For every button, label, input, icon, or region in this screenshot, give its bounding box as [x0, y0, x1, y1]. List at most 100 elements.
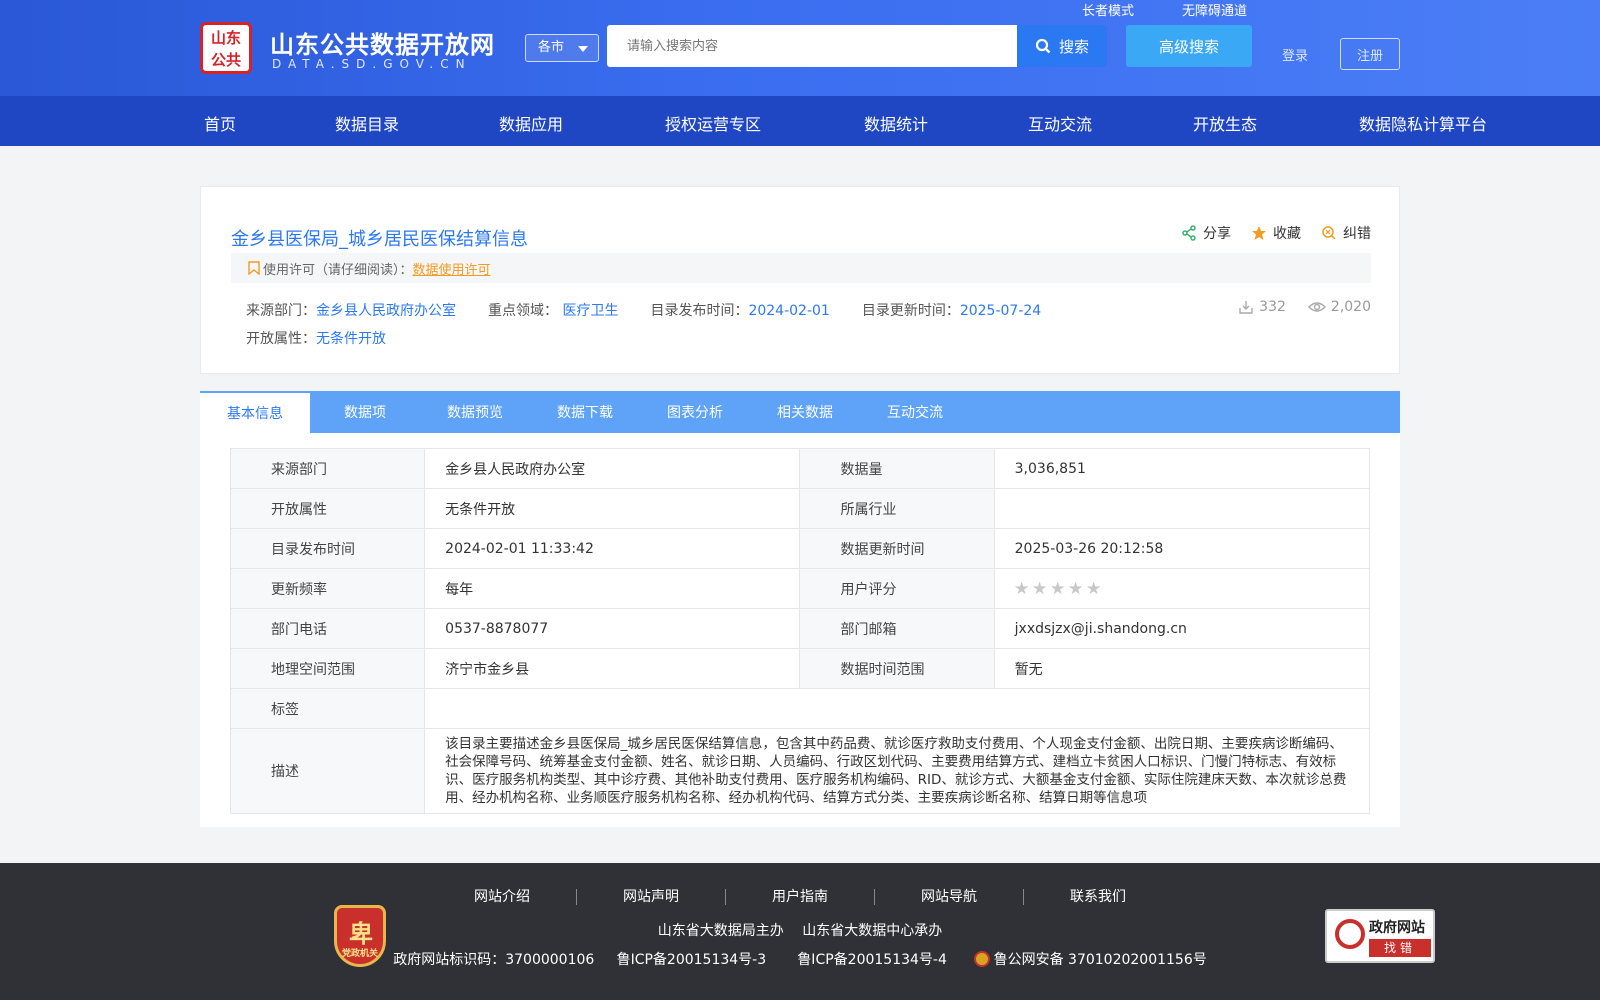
icp-record-1[interactable]: 鲁ICP备20015134号-3	[617, 952, 767, 968]
nav-item-catalog[interactable]: 数据目录	[335, 111, 399, 135]
nav-item-apps[interactable]: 数据应用	[499, 111, 563, 135]
row-key: 描述	[229, 728, 426, 814]
accessibility-link[interactable]: 无障碍通道	[1182, 0, 1247, 19]
basic-info-table: 来源部门 金乡县人民政府办公室 数据量 3,036,851 开放属性 无条件开放…	[229, 448, 1371, 814]
row-key: 标签	[229, 688, 426, 729]
footer-links: 网站介绍 网站声明 用户指南 网站导航 联系我们	[0, 889, 1600, 905]
gov-find-title: 政府网站	[1369, 920, 1425, 936]
update-meta-label: 目录更新时间：	[861, 303, 960, 319]
star-icon	[1252, 226, 1266, 240]
row-key: 用户评分	[799, 568, 995, 609]
publish-meta: 目录发布时间：2024-02-01	[650, 300, 829, 320]
nav-item-home[interactable]: 首页	[204, 111, 236, 135]
tab-basic-info[interactable]: 基本信息	[200, 391, 310, 433]
open-meta-label: 开放属性：	[246, 331, 316, 347]
rating-stars[interactable]	[1014, 581, 1369, 596]
row-value: 暂无	[993, 648, 1371, 689]
meta-row-1: 来源部门：金乡县人民政府办公室 重点领域： 医疗卫生 目录发布时间：2024-0…	[246, 300, 1041, 320]
nav-item-authorized-ops[interactable]: 授权运营专区	[665, 111, 761, 135]
row-key: 部门电话	[229, 608, 426, 649]
footer-link-guide[interactable]: 用户指南	[726, 889, 875, 905]
tab-data-download[interactable]: 数据下载	[530, 391, 640, 433]
site-logo-seal[interactable]: 山东 公共	[200, 22, 252, 74]
row-key: 更新频率	[229, 568, 426, 609]
license-prefix: 使用许可（请仔细阅读）：	[263, 262, 413, 278]
row-value: 每年	[424, 568, 801, 609]
footer-link-statement[interactable]: 网站声明	[577, 889, 726, 905]
tab-data-items[interactable]: 数据项	[310, 391, 420, 433]
gov-site-find-error-badge[interactable]: 政府网站 找错	[1325, 909, 1435, 963]
tab-interaction[interactable]: 互动交流	[860, 391, 970, 433]
row-value: jxxdsjzx@ji.shandong.cn	[993, 608, 1371, 649]
row-key: 部门邮箱	[799, 608, 995, 649]
city-select-value: 各市	[538, 40, 565, 55]
open-meta-value: 无条件开放	[316, 331, 386, 347]
share-button[interactable]: 分享	[1181, 223, 1231, 243]
row-value: 2025-03-26 20:12:58	[993, 528, 1371, 569]
download-count-value: 332	[1259, 299, 1286, 315]
row-key: 来源部门	[229, 448, 426, 489]
source-meta-value[interactable]: 金乡县人民政府办公室	[316, 303, 456, 319]
login-link[interactable]: 登录	[1282, 45, 1308, 64]
police-badge-icon	[973, 951, 990, 967]
nav-item-statistics[interactable]: 数据统计	[864, 111, 928, 135]
nav-item-interaction[interactable]: 互动交流	[1028, 111, 1092, 135]
row-value: 3,036,851	[993, 448, 1371, 489]
register-button[interactable]: 注册	[1340, 38, 1400, 70]
search-button-label: 搜索	[1058, 37, 1089, 56]
row-value	[993, 488, 1371, 529]
city-select[interactable]: 各市	[525, 34, 599, 62]
dataset-summary-card: 金乡县医保局_城乡居民医保结算信息 分享 收藏 纠错 使用许可（请仔细阅读）： …	[200, 186, 1400, 374]
footer-link-sitemap[interactable]: 网站导航	[875, 889, 1024, 905]
tab-chart-analysis[interactable]: 图表分析	[640, 391, 750, 433]
star-icon[interactable]	[1032, 581, 1047, 595]
favorite-button[interactable]: 收藏	[1251, 223, 1301, 243]
source-meta: 来源部门：金乡县人民政府办公室	[246, 300, 456, 320]
row-value: 2024-02-01 11:33:42	[424, 528, 801, 569]
advanced-search-button[interactable]: 高级搜索	[1126, 25, 1252, 67]
star-icon[interactable]	[1086, 581, 1101, 595]
star-icon[interactable]	[1050, 581, 1065, 595]
gov-find-sub: 找错	[1369, 939, 1431, 957]
nav-item-ecosystem[interactable]: 开放生态	[1193, 111, 1257, 135]
site-title[interactable]: 山东公共数据开放网	[270, 25, 495, 60]
domain-meta: 重点领域： 医疗卫生	[488, 300, 618, 320]
star-icon[interactable]	[1014, 581, 1029, 595]
domain-meta-value[interactable]: 医疗卫生	[562, 303, 618, 319]
row-key: 数据量	[799, 448, 995, 489]
report-error-label: 纠错	[1343, 226, 1371, 242]
magnifier-icon	[1335, 919, 1365, 949]
police-record[interactable]: 鲁公网安备 37010202001156号	[994, 952, 1207, 968]
elder-mode-link[interactable]: 长者模式	[1082, 0, 1134, 19]
table-row: 来源部门 金乡县人民政府办公室 数据量 3,036,851	[229, 448, 1371, 489]
update-meta-value: 2025-07-24	[959, 303, 1042, 319]
dataset-stats: 332 2,020	[1238, 299, 1371, 315]
tab-related-data[interactable]: 相关数据	[750, 391, 860, 433]
table-row: 地理空间范围 济宁市金乡县 数据时间范围 暂无	[229, 648, 1371, 689]
row-key: 所属行业	[799, 488, 995, 529]
tags-value	[424, 688, 1370, 729]
row-key: 数据更新时间	[799, 528, 995, 569]
license-link[interactable]: 数据使用许可	[413, 259, 491, 278]
search-input[interactable]	[607, 25, 1017, 67]
search-icon	[1035, 38, 1051, 54]
update-meta: 目录更新时间：2025-07-24	[862, 300, 1041, 320]
share-icon	[1182, 225, 1196, 241]
tab-data-preview[interactable]: 数据预览	[420, 391, 530, 433]
nav-item-privacy-computing[interactable]: 数据隐私计算平台	[1359, 111, 1487, 135]
report-error-button[interactable]: 纠错	[1321, 223, 1371, 243]
icp-record-2[interactable]: 鲁ICP备20015134号-4	[797, 952, 947, 968]
row-value: 0537-8878077	[424, 608, 801, 649]
star-icon[interactable]	[1068, 581, 1083, 595]
search-button[interactable]: 搜索	[1017, 25, 1107, 67]
table-row: 开放属性 无条件开放 所属行业	[229, 488, 1371, 529]
site-footer: 卑 党政机关 网站介绍 网站声明 用户指南 网站导航 联系我们 山东省大数据局主…	[0, 863, 1600, 1000]
description-value: 该目录主要描述金乡县医保局_城乡居民医保结算信息，包含其中药品费、就诊医疗救助支…	[424, 728, 1370, 814]
view-count-value: 2,020	[1330, 299, 1371, 315]
footer-link-about[interactable]: 网站介绍	[428, 889, 577, 905]
license-bar: 使用许可（请仔细阅读）： 数据使用许可	[231, 253, 1371, 283]
row-key: 目录发布时间	[229, 528, 426, 569]
eye-icon	[1307, 302, 1326, 312]
user-rating	[993, 568, 1371, 609]
footer-link-contact[interactable]: 联系我们	[1024, 889, 1172, 905]
